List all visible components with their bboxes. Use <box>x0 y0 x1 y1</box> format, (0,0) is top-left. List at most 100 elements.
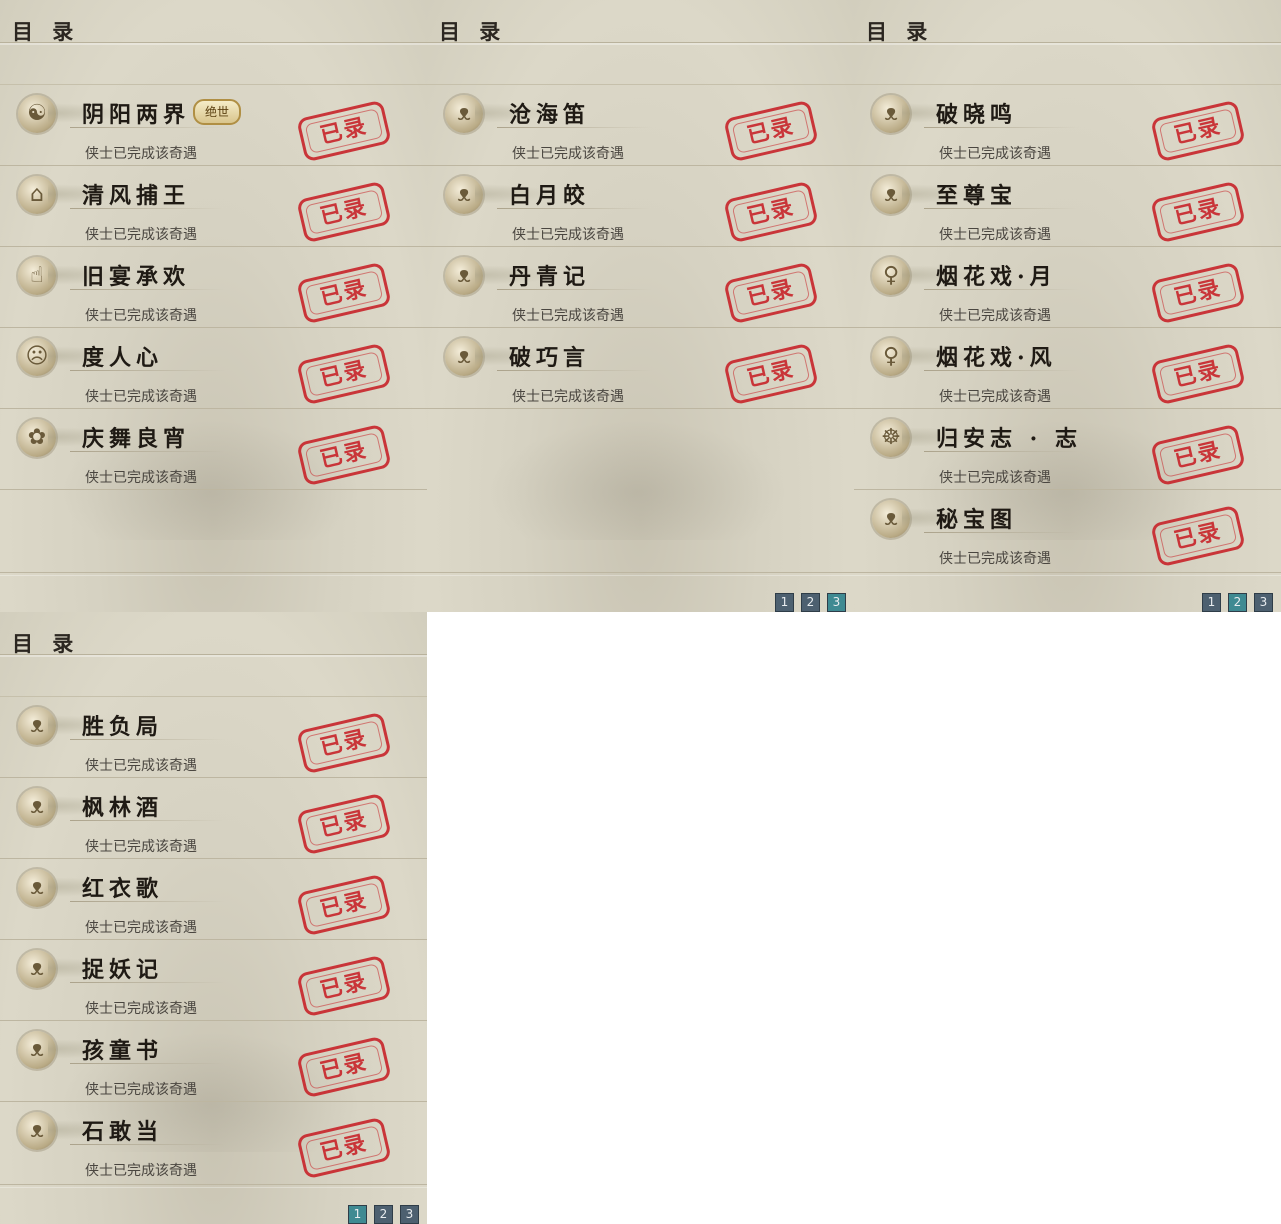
list-item[interactable]: ᴥ 破巧言 侠士已完成该奇遇 已录 <box>427 328 854 409</box>
completion-status: 侠士已完成该奇遇 <box>939 227 1051 243</box>
recorded-stamp: 已录 <box>296 99 392 163</box>
panel-header: 目 录 <box>854 12 1281 44</box>
list-item[interactable]: ☯ 阴阳两界 绝世 侠士已完成该奇遇 已录 <box>0 85 427 166</box>
completion-status: 侠士已完成该奇遇 <box>512 227 624 243</box>
cat-icon: ᴥ <box>18 869 128 907</box>
divider <box>70 127 225 128</box>
recorded-stamp: 已录 <box>296 1116 392 1180</box>
page-button-2[interactable]: 2 <box>374 1205 393 1224</box>
lion-dance-icon: ✿ <box>18 419 128 457</box>
divider <box>427 572 854 573</box>
cat-icon: ᴥ <box>18 788 128 826</box>
list-item[interactable]: ☸ 归安志 · 志侠士已完成该奇遇 已录 <box>854 409 1281 490</box>
completion-status: 侠士已完成该奇遇 <box>85 1001 197 1017</box>
completion-status: 侠士已完成该奇遇 <box>939 470 1051 486</box>
encounter-name: 清风捕王 <box>82 183 191 209</box>
encounter-name: 旧宴承欢 <box>82 264 191 290</box>
encounter-name: 枫林酒 <box>82 795 164 821</box>
cat-icon: ᴥ <box>872 95 982 133</box>
divider <box>924 370 1079 371</box>
list-item[interactable]: ✿ 庆舞良宵侠士已完成该奇遇 已录 <box>0 409 427 490</box>
recorded-stamp: 已录 <box>296 342 392 406</box>
encounter-list: ᴥ 胜负局 侠士已完成该奇遇 已录 ᴥ 枫林酒 侠士已完成该奇遇 已录 ᴥ 红衣歌 侠士已完成该… <box>0 697 427 1182</box>
divider <box>70 1144 225 1145</box>
pagination: 1 2 3 <box>348 1205 419 1224</box>
recorded-stamp: 已录 <box>1150 342 1246 406</box>
list-item[interactable]: ᴥ 白月皎 侠士已完成该奇遇 已录 <box>427 166 854 247</box>
recorded-stamp: 已录 <box>723 99 819 163</box>
list-item[interactable]: ᴥ 秘宝图 侠士已完成该奇遇 已录 <box>854 490 1281 570</box>
encounter-name: 丹青记 <box>509 264 591 290</box>
list-item[interactable]: ♀ 烟花戏·月侠士已完成该奇遇 已录 <box>854 247 1281 328</box>
list-item[interactable]: ᴥ 枫林酒 侠士已完成该奇遇 已录 <box>0 778 427 859</box>
list-item[interactable]: ᴥ 石敢当 侠士已完成该奇遇 已录 <box>0 1102 427 1182</box>
list-item[interactable]: ☝ 旧宴承欢 侠士已完成该奇遇 已录 <box>0 247 427 328</box>
list-item[interactable]: ᴥ 捉妖记 侠士已完成该奇遇 已录 <box>0 940 427 1021</box>
recorded-stamp: 已录 <box>296 423 392 487</box>
encounter-name: 石敢当 <box>82 1119 164 1145</box>
cat-icon: ᴥ <box>872 176 982 214</box>
encounter-name: 庆舞良宵 <box>82 426 191 452</box>
recorded-stamp: 已录 <box>1150 99 1246 163</box>
divider <box>70 289 225 290</box>
cat-icon: ᴥ <box>18 1031 128 1069</box>
encounter-name: 胜负局 <box>82 714 164 740</box>
panel-title: 目 录 <box>12 631 80 656</box>
completion-status: 侠士已完成该奇遇 <box>939 551 1051 567</box>
list-item[interactable]: ᴥ 沧海笛 侠士已完成该奇遇 已录 <box>427 85 854 166</box>
completion-status: 侠士已完成该奇遇 <box>85 470 197 486</box>
list-item[interactable]: ᴥ 孩童书 侠士已完成该奇遇 已录 <box>0 1021 427 1102</box>
completion-status: 侠士已完成该奇遇 <box>85 920 197 936</box>
cat-icon: ᴥ <box>872 500 982 538</box>
recorded-stamp: 已录 <box>296 873 392 937</box>
page-button-3[interactable]: 3 <box>400 1205 419 1224</box>
list-item[interactable]: ☹ 度人心 侠士已完成该奇遇 已录 <box>0 328 427 409</box>
recorded-stamp: 已录 <box>723 180 819 244</box>
divider <box>0 572 427 573</box>
page-button-2[interactable]: 2 <box>1228 593 1247 612</box>
yin-yang-icon: ☯ <box>18 95 128 133</box>
completion-status: 侠士已完成该奇遇 <box>85 308 197 324</box>
encounter-name: 沧海笛 <box>509 102 591 128</box>
page-button-2[interactable]: 2 <box>801 593 820 612</box>
mask-icon: ☹ <box>18 338 128 376</box>
encounter-list: ᴥ 沧海笛 侠士已完成该奇遇 已录 ᴥ 白月皎 侠士已完成该奇遇 已录 ᴥ 丹青记 侠士已完成该… <box>427 85 854 409</box>
page-button-3[interactable]: 3 <box>827 593 846 612</box>
recorded-stamp: 已录 <box>296 261 392 325</box>
list-item[interactable]: ᴥ 红衣歌侠士已完成该奇遇 已录 <box>0 859 427 940</box>
list-item[interactable]: ⌂ 清风捕王 侠士已完成该奇遇 已录 <box>0 166 427 247</box>
cat-icon: ᴥ <box>445 176 555 214</box>
completion-status: 侠士已完成该奇遇 <box>85 227 197 243</box>
encounter-name: 烟花戏·月 <box>936 264 1057 290</box>
encounter-name: 红衣歌 <box>82 876 164 902</box>
list-item[interactable]: ♀ 烟花戏·风 侠士已完成该奇遇 已录 <box>854 328 1281 409</box>
recorded-stamp: 已录 <box>1150 423 1246 487</box>
divider <box>924 127 1079 128</box>
divider <box>497 127 652 128</box>
pagination: 1 2 3 <box>775 593 846 612</box>
page-button-1[interactable]: 1 <box>1202 593 1221 612</box>
divider <box>0 1184 427 1185</box>
completion-status: 侠士已完成该奇遇 <box>939 308 1051 324</box>
completion-status: 侠士已完成该奇遇 <box>85 758 197 774</box>
divider <box>70 982 225 983</box>
divider <box>70 451 225 452</box>
rarity-badge: 绝世 <box>193 99 242 125</box>
encounter-name: 烟花戏·风 <box>936 345 1057 371</box>
divider <box>70 901 225 902</box>
list-item[interactable]: ᴥ 胜负局 侠士已完成该奇遇 已录 <box>0 697 427 778</box>
completion-status: 侠士已完成该奇遇 <box>85 146 197 162</box>
divider <box>497 370 652 371</box>
page-button-1[interactable]: 1 <box>348 1205 367 1224</box>
recorded-stamp: 已录 <box>1150 180 1246 244</box>
list-item[interactable]: ᴥ 至尊宝 侠士已完成该奇遇 已录 <box>854 166 1281 247</box>
cat-icon: ᴥ <box>445 257 555 295</box>
divider <box>924 451 1079 452</box>
page-button-1[interactable]: 1 <box>775 593 794 612</box>
list-item[interactable]: ᴥ 破晓鸣 侠士已完成该奇遇 已录 <box>854 85 1281 166</box>
page-button-3[interactable]: 3 <box>1254 593 1273 612</box>
list-item[interactable]: ᴥ 丹青记 侠士已完成该奇遇 已录 <box>427 247 854 328</box>
recorded-stamp: 已录 <box>1150 261 1246 325</box>
lady-icon: ♀ <box>872 257 982 295</box>
encounter-list: ☯ 阴阳两界 绝世 侠士已完成该奇遇 已录 ⌂ 清风捕王 侠士已完成该奇遇 已录 ☝ 旧宴承欢侠… <box>0 85 427 490</box>
